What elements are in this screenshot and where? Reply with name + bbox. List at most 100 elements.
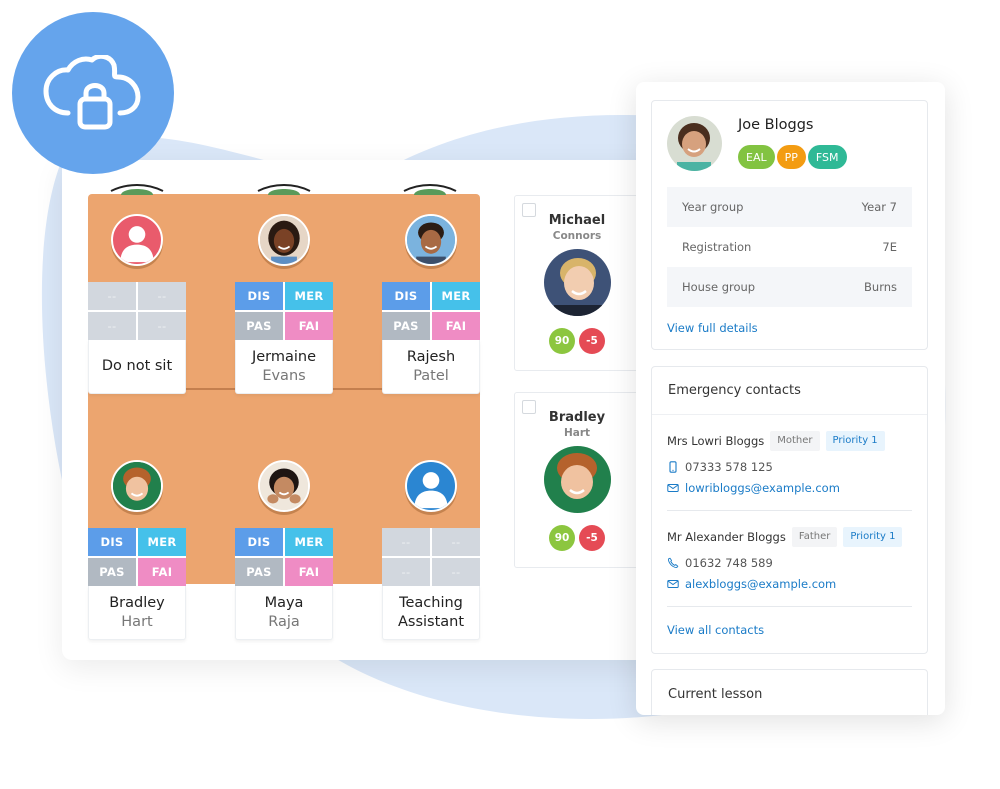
- cloud-lock-icon: [43, 55, 141, 130]
- dis-cell[interactable]: DIS: [235, 282, 283, 310]
- fai-cell[interactable]: FAI: [285, 312, 333, 340]
- contact-email[interactable]: alexbloggs@example.com: [667, 574, 912, 594]
- student-avatar: [258, 214, 310, 266]
- behaviour-cell[interactable]: --: [382, 558, 430, 586]
- behaviour-cell[interactable]: --: [138, 282, 186, 310]
- student-avatar: [111, 460, 163, 512]
- tag-eal: EAL: [738, 145, 775, 169]
- student-card-bradley-hart[interactable]: Bradley Hart 90 -5: [514, 392, 639, 568]
- negative-points-badge[interactable]: -5: [579, 525, 605, 551]
- mobile-icon: [669, 461, 677, 473]
- relation-chip: Mother: [770, 431, 820, 451]
- seat-do-not-sit[interactable]: -- -- -- -- Do not sit: [88, 214, 186, 394]
- info-label: Year group: [682, 200, 744, 214]
- info-label: Registration: [682, 240, 752, 254]
- card-title: Emergency contacts: [652, 367, 927, 415]
- seat-label: Do not sit: [88, 340, 186, 394]
- contact-email[interactable]: lowribloggs@example.com: [667, 478, 912, 498]
- mer-cell[interactable]: MER: [285, 528, 333, 556]
- info-value: Year 7: [861, 200, 897, 214]
- emergency-contacts-card: Emergency contacts Mrs Lowri Bloggs Moth…: [651, 366, 928, 654]
- select-checkbox[interactable]: [522, 203, 536, 217]
- info-value: 7E: [882, 240, 897, 254]
- card-title: Current lesson: [668, 687, 763, 702]
- info-label: House group: [682, 280, 756, 294]
- info-row-registration: Registration 7E: [667, 227, 912, 267]
- dis-cell[interactable]: DIS: [235, 528, 283, 556]
- seat-last-name: Patel: [413, 367, 449, 384]
- phone-number: 07333 578 125: [685, 460, 773, 474]
- desk-lamp-icon: [109, 183, 165, 195]
- phone-icon: [668, 557, 679, 568]
- seat-label: Jermaine Evans: [235, 340, 333, 394]
- student-card-michael-connors[interactable]: Michael Connors 90 -5: [514, 195, 639, 371]
- profile-card: Joe Bloggs EAL PP FSM Year group Year 7 …: [651, 100, 928, 350]
- behaviour-cell[interactable]: --: [138, 312, 186, 340]
- contact-phone[interactable]: 07333 578 125: [667, 457, 912, 477]
- priority-chip: Priority 1: [825, 431, 885, 451]
- placeholder-avatar-icon: [405, 460, 457, 512]
- info-table: Year group Year 7 Registration 7E House …: [667, 187, 912, 307]
- relation-chip: Father: [791, 527, 838, 547]
- info-row-year-group: Year group Year 7: [667, 187, 912, 227]
- cloud-lock-badge: [12, 12, 174, 174]
- fai-cell[interactable]: FAI: [138, 558, 186, 586]
- contact-item: Mrs Lowri Bloggs Mother Priority 1 07333…: [667, 431, 912, 498]
- behaviour-cell[interactable]: --: [432, 528, 480, 556]
- info-value: Burns: [864, 280, 897, 294]
- view-all-contacts-link[interactable]: View all contacts: [667, 623, 764, 637]
- pas-cell[interactable]: PAS: [382, 312, 430, 340]
- dis-cell[interactable]: DIS: [382, 282, 430, 310]
- pas-cell[interactable]: PAS: [235, 312, 283, 340]
- pas-cell[interactable]: PAS: [235, 558, 283, 586]
- select-checkbox[interactable]: [522, 400, 536, 414]
- positive-points-badge[interactable]: 90: [549, 525, 575, 551]
- email-address: alexbloggs@example.com: [685, 577, 837, 591]
- email-icon: [667, 580, 679, 588]
- seat-rajesh-patel[interactable]: DIS MER PAS FAI Rajesh Patel: [382, 214, 480, 394]
- student-last-name: Connors: [552, 230, 602, 242]
- view-full-details-link[interactable]: View full details: [667, 321, 758, 335]
- behaviour-cell[interactable]: --: [88, 282, 136, 310]
- contact-divider: [667, 510, 912, 511]
- fai-cell[interactable]: FAI: [285, 558, 333, 586]
- pas-cell[interactable]: PAS: [88, 558, 136, 586]
- contact-name: Mr Alexander Bloggs: [667, 530, 786, 544]
- seat-first-name: Do not sit: [101, 358, 173, 374]
- behaviour-cell[interactable]: --: [382, 528, 430, 556]
- seat-teaching-assistant[interactable]: -- -- -- -- Teaching Assistant: [382, 460, 480, 640]
- seat-first-name: Maya: [264, 594, 304, 611]
- positive-points-badge[interactable]: 90: [549, 328, 575, 354]
- seat-jermaine-evans[interactable]: DIS MER PAS FAI Jermaine Evans: [235, 214, 333, 394]
- contact-phone[interactable]: 01632 748 589: [667, 553, 912, 573]
- seat-first-name: Teaching: [399, 594, 463, 611]
- seat-first-name: Jermaine: [251, 348, 317, 365]
- phone-number: 01632 748 589: [685, 556, 773, 570]
- seat-first-name: Rajesh: [406, 348, 456, 365]
- seat-bradley-hart[interactable]: DIS MER PAS FAI Bradley Hart: [88, 460, 186, 640]
- desk-lamp-icon: [402, 183, 458, 195]
- mer-cell[interactable]: MER: [432, 282, 480, 310]
- dis-cell[interactable]: DIS: [88, 528, 136, 556]
- placeholder-avatar-icon: [111, 214, 163, 266]
- student-avatar: [405, 214, 457, 266]
- mer-cell[interactable]: MER: [138, 528, 186, 556]
- seat-label: Rajesh Patel: [382, 340, 480, 394]
- info-row-house-group: House group Burns: [667, 267, 912, 307]
- seat-last-name: Assistant: [397, 613, 465, 630]
- behaviour-cell[interactable]: --: [432, 558, 480, 586]
- fai-cell[interactable]: FAI: [432, 312, 480, 340]
- contact-divider: [667, 606, 912, 607]
- behaviour-cell[interactable]: --: [88, 312, 136, 340]
- mer-cell[interactable]: MER: [285, 282, 333, 310]
- student-last-name: Hart: [563, 427, 591, 439]
- seat-maya-raja[interactable]: DIS MER PAS FAI Maya Raja: [235, 460, 333, 640]
- student-photo: [543, 249, 611, 316]
- email-address: lowribloggs@example.com: [685, 481, 840, 495]
- student-tags: EAL PP FSM: [738, 145, 847, 169]
- negative-points-badge[interactable]: -5: [579, 328, 605, 354]
- tag-pp: PP: [776, 145, 806, 169]
- student-photo: [543, 446, 611, 513]
- contact-name: Mrs Lowri Bloggs: [667, 434, 765, 448]
- seat-label: Maya Raja: [235, 586, 333, 640]
